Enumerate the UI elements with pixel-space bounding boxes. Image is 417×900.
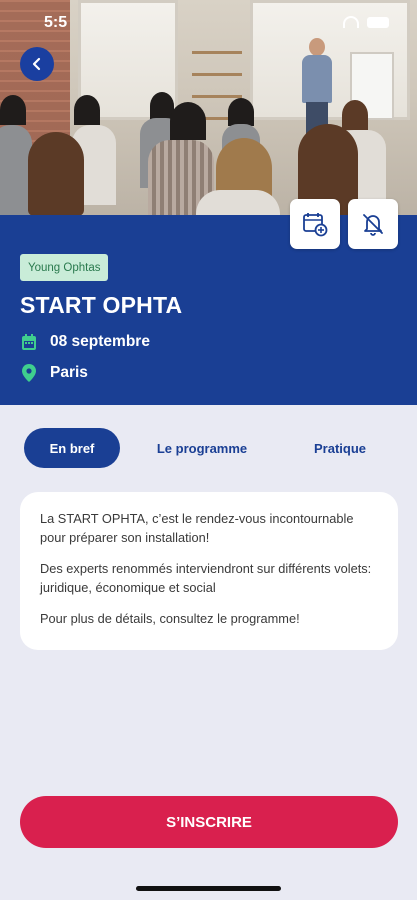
event-date: 08 septembre <box>50 333 150 350</box>
register-button[interactable]: S’INSCRIRE <box>20 796 398 848</box>
status-time: 5:5 <box>44 14 68 31</box>
event-place-row: Paris <box>20 363 88 383</box>
notifications-off-button[interactable] <box>348 199 398 249</box>
event-title: START OPHTA <box>20 292 183 318</box>
chevron-left-icon <box>32 57 41 71</box>
calendar-icon <box>20 332 38 352</box>
category-badge: Young Ophtas <box>20 254 109 281</box>
battery-icon <box>367 16 389 28</box>
summary-card: La START OPHTA, c’est le rendez-vous inc… <box>20 492 398 650</box>
home-indicator[interactable] <box>136 886 281 891</box>
location-pin-icon <box>20 363 38 383</box>
summary-paragraph: Pour plus de détails, consultez le progr… <box>40 611 300 626</box>
event-date-row: 08 septembre <box>20 332 150 352</box>
wifi-icon <box>343 16 359 28</box>
tab-le-programme[interactable]: Le programme <box>142 428 262 468</box>
calendar-add-icon <box>303 213 328 237</box>
tab-en-bref[interactable]: En bref <box>24 428 120 468</box>
summary-paragraph: La START OPHTA, c’est le rendez-vous inc… <box>40 511 354 545</box>
tab-pratique[interactable]: Pratique <box>290 428 390 468</box>
content-tabs: En bref Le programme Pratique <box>24 428 394 468</box>
event-place: Paris <box>50 364 88 381</box>
bell-off-icon <box>363 214 383 236</box>
add-to-calendar-button[interactable] <box>290 199 340 249</box>
summary-paragraph: Des experts renommés interviendront sur … <box>40 561 372 595</box>
status-bar: 5:5 <box>0 0 417 44</box>
back-button[interactable] <box>20 47 54 81</box>
